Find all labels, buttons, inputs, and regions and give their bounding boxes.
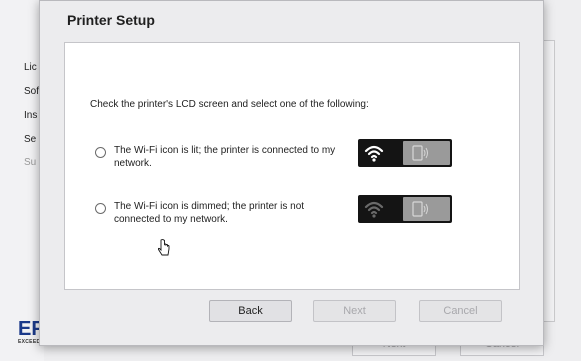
option-wifi-lit-label[interactable]: The Wi-Fi icon is lit; the printer is co…: [114, 144, 349, 170]
radio-wifi-lit[interactable]: [95, 147, 106, 158]
installer-steps-panel: Lic Sof Ins Se Su: [0, 0, 44, 361]
radio-wifi-dimmed[interactable]: [95, 203, 106, 214]
step-install: Ins: [24, 110, 38, 121]
back-button[interactable]: Back: [209, 300, 292, 322]
phone-signal-icon: [412, 201, 428, 217]
cancel-button[interactable]: Cancel: [419, 300, 502, 322]
phone-signal-icon: [412, 145, 428, 161]
next-button[interactable]: Next: [313, 300, 396, 322]
lcd-image-dimmed: [358, 195, 452, 223]
printer-setup-dialog: Printer Setup Check the printer's LCD sc…: [39, 0, 544, 346]
option-wifi-dimmed-label[interactable]: The Wi-Fi icon is dimmed; the printer is…: [114, 200, 349, 226]
step-license: Lic: [24, 62, 37, 73]
hand-cursor-icon: [158, 239, 170, 256]
instruction-text: Check the printer's LCD screen and selec…: [90, 99, 369, 110]
wifi-dimmed-icon: [364, 201, 384, 218]
option-wifi-lit[interactable]: The Wi-Fi icon is lit; the printer is co…: [95, 139, 515, 184]
dialog-title: Printer Setup: [67, 12, 155, 28]
wifi-lit-icon: [364, 145, 384, 162]
option-wifi-dimmed[interactable]: The Wi-Fi icon is dimmed; the printer is…: [95, 195, 515, 240]
lcd-panel: [403, 197, 450, 221]
lcd-image-lit: [358, 139, 452, 167]
lcd-panel: [403, 141, 450, 165]
step-summary: Su: [24, 157, 37, 168]
dialog-content: Check the printer's LCD screen and selec…: [64, 42, 520, 290]
step-software: Sof: [24, 86, 40, 97]
step-setup: Se: [24, 134, 37, 145]
